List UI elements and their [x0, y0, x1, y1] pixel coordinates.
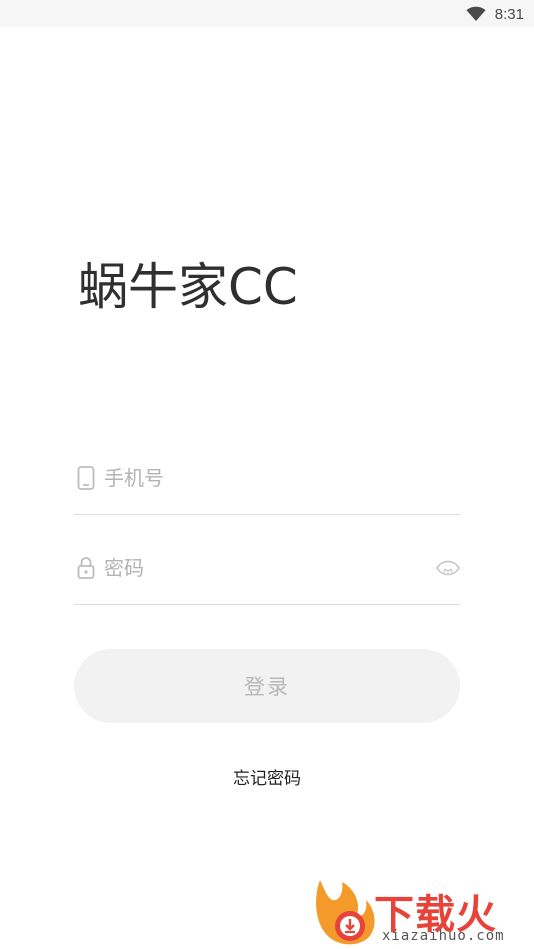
password-input[interactable]: [104, 532, 424, 604]
password-field[interactable]: [74, 532, 460, 605]
watermark-logo: 下载火 xiazaihuo.com: [312, 876, 534, 949]
eye-icon[interactable]: [436, 560, 460, 576]
watermark-url: xiazaihuo.com: [382, 928, 505, 944]
flame-download-icon: [316, 880, 375, 945]
app-title: 蜗牛家CC: [78, 258, 298, 316]
status-time: 8:31: [494, 5, 524, 23]
phone-field[interactable]: [74, 441, 460, 515]
status-icons: 8:31: [466, 3, 524, 25]
forgot-password-link[interactable]: 忘记密码: [0, 764, 534, 789]
status-bar: 8:31: [0, 0, 534, 27]
phone-icon: [77, 465, 95, 490]
phone-input[interactable]: [104, 441, 424, 514]
wifi-icon: [466, 6, 486, 21]
login-button[interactable]: 登录: [74, 649, 460, 723]
lock-icon: [77, 557, 95, 579]
